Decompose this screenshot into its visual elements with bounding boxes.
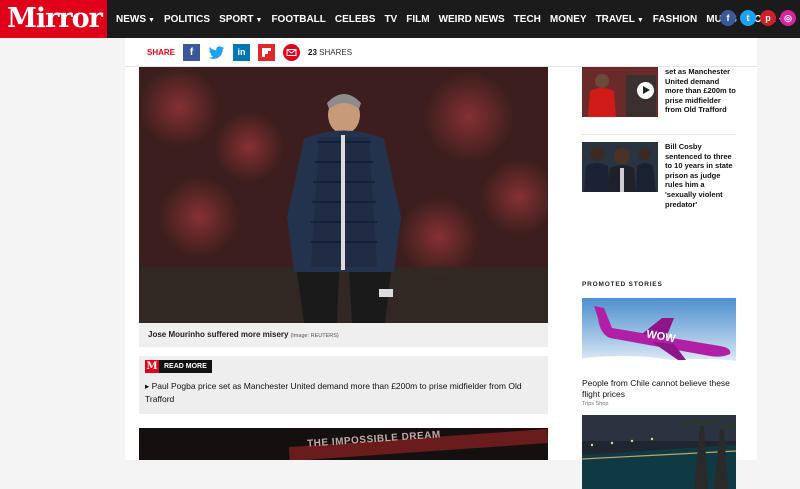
nav-item-film[interactable]: FILM — [406, 14, 429, 25]
nav-item-label[interactable]: POLITICS — [164, 14, 210, 25]
nav-item-label[interactable]: TECH — [514, 14, 541, 25]
nav-item-politics[interactable]: POLITICS — [164, 14, 210, 25]
nav-item-label[interactable]: MONEY — [550, 14, 587, 25]
promoted-story-source[interactable]: Trips Shop — [582, 401, 608, 407]
twitter-icon[interactable]: t — [740, 10, 756, 26]
sidebar-story-title[interactable]: Bill Cosby sentenced to three to 10 year… — [665, 142, 737, 209]
story-thumbnail[interactable] — [582, 67, 658, 117]
chevron-down-icon[interactable]: ▼ — [256, 17, 263, 24]
nav-item-label[interactable]: SPORT — [219, 14, 253, 25]
sidebar-story[interactable]: Bill Cosby sentenced to three to 10 year… — [582, 142, 736, 209]
article-photo — [139, 67, 548, 323]
facebook-icon[interactable]: f — [183, 43, 201, 61]
promoted-story-image[interactable]: WOW — [582, 298, 736, 374]
share-label: SHARE — [147, 47, 176, 57]
mirror-logo[interactable]: Mirror — [0, 0, 107, 38]
pinterest-icon[interactable]: p — [760, 10, 776, 26]
instagram-icon[interactable]: ◎ — [780, 10, 796, 26]
share-count: 23 SHARES — [308, 48, 352, 57]
read-more-box: M READ MORE ▸ Paul Pogba price set as Ma… — [139, 356, 548, 414]
nav-item-label[interactable]: TV — [384, 14, 397, 25]
read-more-label: READ MORE — [159, 360, 212, 373]
nav-item-football[interactable]: FOOTBALL — [271, 14, 325, 25]
nav-item-label[interactable]: FASHION — [653, 14, 697, 25]
nav-item-label[interactable]: FILM — [406, 14, 429, 25]
play-video-icon[interactable] — [637, 82, 654, 99]
nav-item-money[interactable]: MONEY — [550, 14, 587, 25]
email-icon[interactable] — [283, 43, 301, 61]
nav-item-label[interactable]: WEIRD NEWS — [439, 14, 505, 25]
caption-credit: (Image: REUTERS) — [290, 333, 339, 339]
nav-item-tv[interactable]: TV — [384, 14, 397, 25]
read-more-link-text[interactable]: Paul Pogba price set as Manchester Unite… — [145, 381, 522, 404]
nav-item-news[interactable]: NEWS ▼ — [116, 14, 155, 25]
nav-item-label[interactable]: FOOTBALL — [271, 14, 325, 25]
share-bar: SHARE f in 23 SHARES — [125, 38, 757, 67]
linkedin-icon[interactable]: in — [233, 43, 251, 61]
nav-item-tech[interactable]: TECH — [514, 14, 541, 25]
caption-text: Jose Mourinho suffered more misery — [148, 330, 289, 339]
nav-item-label[interactable]: NEWS — [116, 14, 146, 25]
share-count-label: SHARES — [319, 47, 353, 57]
nav-item-fashion[interactable]: FASHION — [653, 14, 697, 25]
chevron-down-icon[interactable]: ▼ — [148, 17, 155, 24]
main-nav: NEWS ▼ POLITICS SPORT ▼ FOOTBALL CELEBS TV FILM W… — [116, 0, 794, 38]
nav-item-sport[interactable]: SPORT ▼ — [219, 14, 262, 25]
nav-item-label[interactable]: TRAVEL — [596, 14, 635, 25]
read-more-link[interactable]: ▸ Paul Pogba price set as Manchester Uni… — [145, 380, 541, 406]
twitter-icon[interactable] — [208, 44, 225, 61]
nav-item-weird-news[interactable]: WEIRD NEWS — [439, 14, 505, 25]
second-article-photo: THE IMPOSSIBLE DREAM — [139, 428, 548, 460]
nav-item-celebs[interactable]: CELEBS — [335, 14, 376, 25]
mirror-m-icon: M — [145, 360, 159, 373]
story-thumbnail[interactable] — [582, 142, 658, 192]
share-count-number: 23 — [308, 47, 317, 57]
nav-item-travel[interactable]: TRAVEL ▼ — [596, 14, 644, 25]
divider — [582, 134, 736, 135]
sidebar-story[interactable]: set as Manchester United demand more tha… — [582, 67, 736, 117]
nav-item-label[interactable]: CELEBS — [335, 14, 376, 25]
chevron-down-icon[interactable]: ▼ — [637, 17, 644, 24]
flipboard-icon[interactable] — [258, 43, 276, 61]
promoted-story-title[interactable]: People from Chile cannot believe these f… — [582, 378, 736, 400]
social-links: f t p ◎ — [720, 10, 796, 26]
promoted-story-image[interactable] — [582, 415, 736, 489]
read-more-header: M READ MORE — [145, 360, 212, 373]
promoted-stories-label: PROMOTED STORIES — [582, 281, 663, 288]
top-navigation-bar: Mirror NEWS ▼ POLITICS SPORT ▼ FOOTBALL CELEBS… — [0, 0, 800, 38]
photo-caption: Jose Mourinho suffered more misery (Imag… — [139, 323, 548, 347]
facebook-icon[interactable]: f — [720, 10, 736, 26]
article-page: SHARE f in 23 SHARES Jose Mourinho suffe… — [125, 38, 757, 489]
sidebar-story-title[interactable]: set as Manchester United demand more tha… — [665, 67, 737, 115]
